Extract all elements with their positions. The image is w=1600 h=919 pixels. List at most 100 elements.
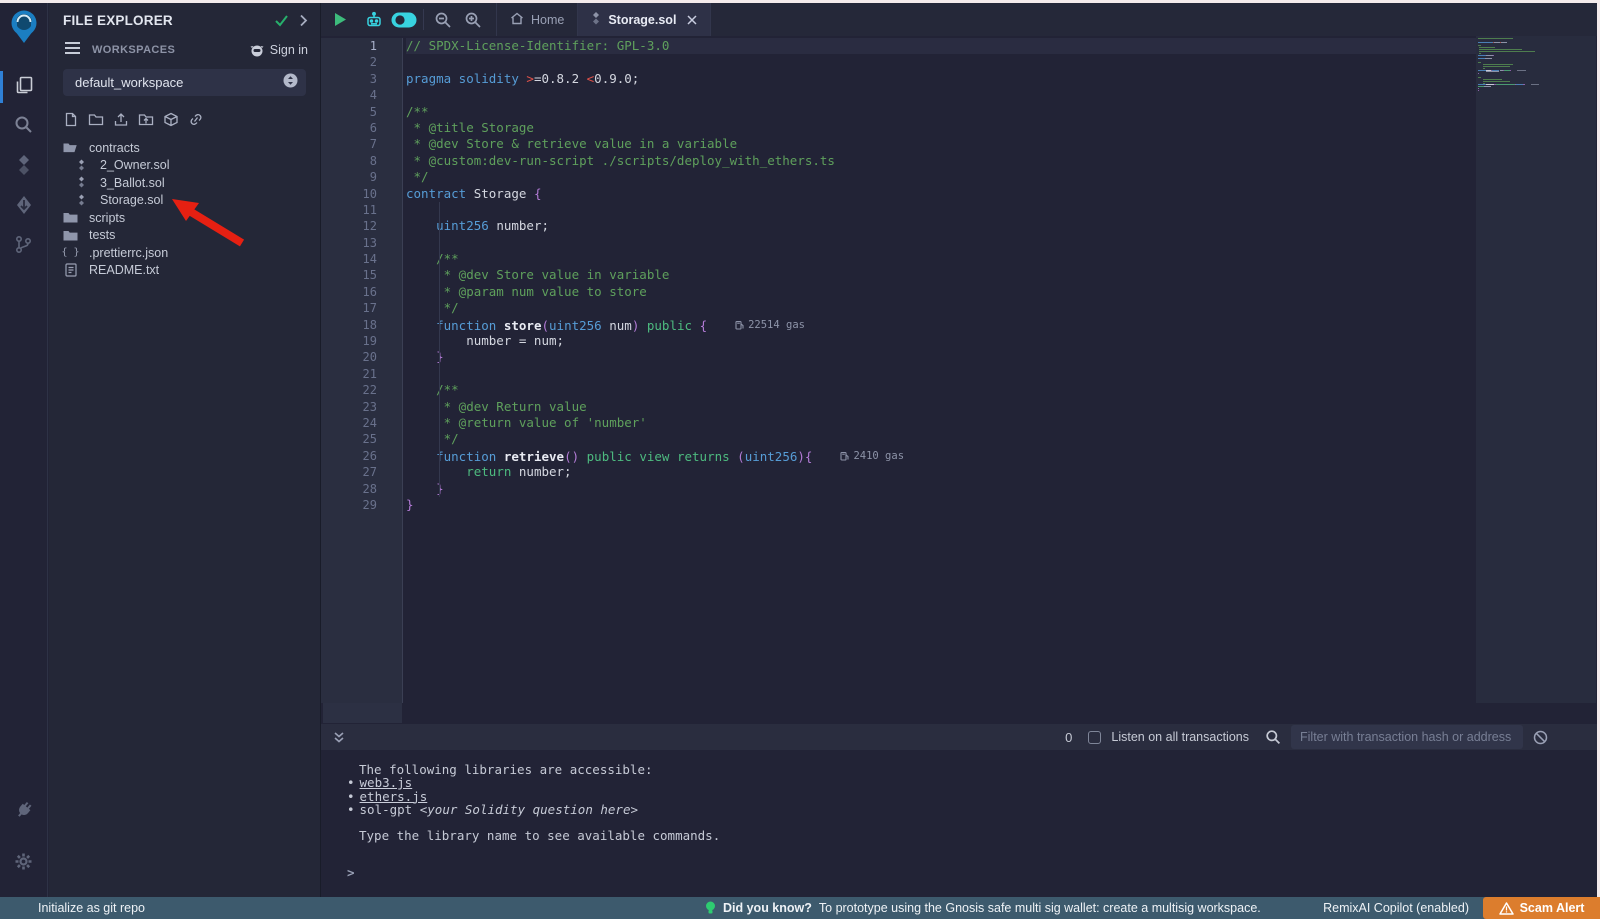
- panel-title: FILE EXPLORER: [63, 13, 264, 28]
- workspace-selected-value: default_workspace: [75, 75, 283, 90]
- folder-icon: [63, 211, 78, 224]
- code-line-22: /**: [406, 382, 1476, 398]
- sidebar-item-solidity-compiler[interactable]: [0, 148, 48, 186]
- terminal-search-icon[interactable]: [1265, 729, 1281, 745]
- code-line-9: */: [406, 169, 1476, 185]
- zoom-out-button[interactable]: [428, 3, 458, 36]
- remix-ide-window: FILE EXPLORER WORKSPACES Sign in: [0, 0, 1600, 919]
- file-toolbar: [49, 96, 320, 131]
- tree-item-label: Storage.sol: [100, 193, 163, 207]
- code-line-24: * @return value of 'number': [406, 415, 1476, 431]
- code-line-20: }: [406, 349, 1476, 365]
- doc-icon: [63, 263, 78, 277]
- transaction-filter-input[interactable]: [1291, 725, 1523, 749]
- tree-item-label: contracts: [89, 141, 140, 155]
- gas-estimate-badge: 2410 gas: [840, 448, 904, 464]
- code-line-6: * @title Storage: [406, 120, 1476, 136]
- new-file-icon[interactable]: [63, 112, 79, 127]
- sidebar-item-settings[interactable]: [0, 845, 48, 883]
- editor-tabbar: Home Storage.sol: [321, 3, 1600, 36]
- tree-item-readme-txt[interactable]: README.txt: [49, 262, 320, 280]
- search-icon: [13, 114, 34, 140]
- code-line-19: number = num;: [406, 333, 1476, 349]
- terminal-line: •web3.js: [347, 776, 1600, 789]
- file-explorer-panel: FILE EXPLORER WORKSPACES Sign in: [49, 3, 320, 897]
- code-line-17: */: [406, 300, 1476, 316]
- solidity-file-icon: [591, 12, 601, 28]
- sidebar-item-file-explorer[interactable]: [0, 68, 48, 106]
- sign-in-button[interactable]: Sign in: [249, 43, 308, 57]
- cube-icon[interactable]: [163, 112, 179, 127]
- workspaces-menu-icon[interactable]: [65, 41, 80, 59]
- tree-item-storage-sol[interactable]: Storage.sol: [49, 192, 320, 210]
- tree-item-label: README.txt: [89, 263, 159, 277]
- code-line-27: return number;: [406, 464, 1476, 480]
- editor-area: Home Storage.sol 12345678910111213141516…: [320, 3, 1600, 897]
- accept-check-icon[interactable]: [274, 14, 289, 27]
- did-you-know-tip: Did you know? To prototype using the Gno…: [705, 897, 1261, 919]
- terminal-line: •sol-gpt <your Solidity question here>: [347, 803, 1600, 816]
- tree-item--prettierrc-json[interactable]: { }.prettierrc.json: [49, 244, 320, 262]
- clear-filter-icon[interactable]: [1533, 730, 1548, 745]
- code-line-26: function retrieve() public view returns …: [406, 448, 1476, 464]
- listen-all-transactions-checkbox[interactable]: [1088, 731, 1101, 744]
- sidebar-item-plugin-manager[interactable]: [0, 793, 48, 831]
- editor-minimap[interactable]: [1476, 36, 1596, 703]
- collapse-terminal-icon[interactable]: [333, 731, 345, 744]
- code-line-11: [406, 202, 1476, 218]
- tab-home[interactable]: Home: [496, 3, 578, 36]
- scam-alert-button[interactable]: Scam Alert: [1483, 897, 1600, 919]
- file-tree: contracts 2_Owner.sol3_Ballot.solStorage.…: [49, 139, 320, 279]
- sidebar-item-deploy-and-run[interactable]: [0, 188, 48, 226]
- workspace-select[interactable]: default_workspace: [63, 69, 306, 96]
- workspaces-label: WORKSPACES: [92, 44, 249, 56]
- link-icon[interactable]: [188, 112, 204, 127]
- workspace-spinner-icon: [283, 73, 298, 93]
- copilot-toggle[interactable]: [389, 3, 419, 36]
- terminal-line: Type the library name to see available c…: [347, 829, 1600, 842]
- run-script-button[interactable]: [321, 3, 359, 36]
- tree-item-3-ballot-sol[interactable]: 3_Ballot.sol: [49, 174, 320, 192]
- zoom-in-button[interactable]: [458, 3, 488, 36]
- code-editor[interactable]: 1234567891011121314151617181920212223242…: [321, 36, 1600, 703]
- code-line-8: * @custom:dev-run-script ./scripts/deplo…: [406, 153, 1476, 169]
- solidity-icon: [74, 194, 89, 207]
- terminal-toolbar: 0 Listen on all transactions: [321, 724, 1600, 750]
- chevron-right-icon[interactable]: [299, 14, 308, 27]
- tree-item-scripts[interactable]: scripts: [49, 209, 320, 227]
- code-line-10: contract Storage {: [406, 186, 1476, 202]
- new-folder-icon[interactable]: [88, 112, 104, 127]
- listen-all-transactions-label: Listen on all transactions: [1111, 730, 1249, 744]
- code-line-12: uint256 number;: [406, 218, 1476, 234]
- code-line-5: /**: [406, 104, 1476, 120]
- sidebar-item-search[interactable]: [0, 108, 48, 146]
- terminal-prompt: >: [347, 866, 1600, 879]
- solidity-compiler-icon: [15, 155, 33, 180]
- tree-item-label: .prettierrc.json: [89, 246, 168, 260]
- copilot-status[interactable]: RemixAI Copilot (enabled): [1323, 897, 1469, 919]
- tree-item-2-owner-sol[interactable]: 2_Owner.sol: [49, 157, 320, 175]
- status-bar: Initialize as git repo Did you know? To …: [0, 897, 1600, 919]
- upload-file-icon[interactable]: [113, 112, 129, 127]
- upload-folder-icon[interactable]: [138, 112, 154, 127]
- code-line-29: }: [406, 497, 1476, 513]
- file-explorer-icon: [13, 74, 35, 101]
- tree-item-tests[interactable]: tests: [49, 227, 320, 245]
- tab-storage-sol[interactable]: Storage.sol: [578, 3, 711, 36]
- sidebar-item-git[interactable]: [0, 228, 48, 266]
- tree-item-contracts[interactable]: contracts: [49, 139, 320, 157]
- close-tab-icon[interactable]: [687, 15, 697, 25]
- code-line-2: [406, 54, 1476, 70]
- tree-item-label: tests: [89, 228, 115, 242]
- terminal-output[interactable]: The following libraries are accessible: …: [321, 750, 1600, 897]
- plugin-manager-icon: [14, 800, 34, 825]
- home-icon: [510, 12, 524, 28]
- horizontal-scrollbar-thumb[interactable]: [323, 703, 402, 723]
- terminal-line: The following libraries are accessible:: [347, 763, 1600, 776]
- remixai-assistant-icon[interactable]: [359, 3, 389, 36]
- init-git-repo-button[interactable]: Initialize as git repo: [38, 897, 145, 919]
- remix-logo[interactable]: [7, 9, 41, 50]
- code-line-23: * @dev Return value: [406, 399, 1476, 415]
- code-line-28: }: [406, 481, 1476, 497]
- editor-gutter: 1234567891011121314151617181920212223242…: [321, 38, 402, 703]
